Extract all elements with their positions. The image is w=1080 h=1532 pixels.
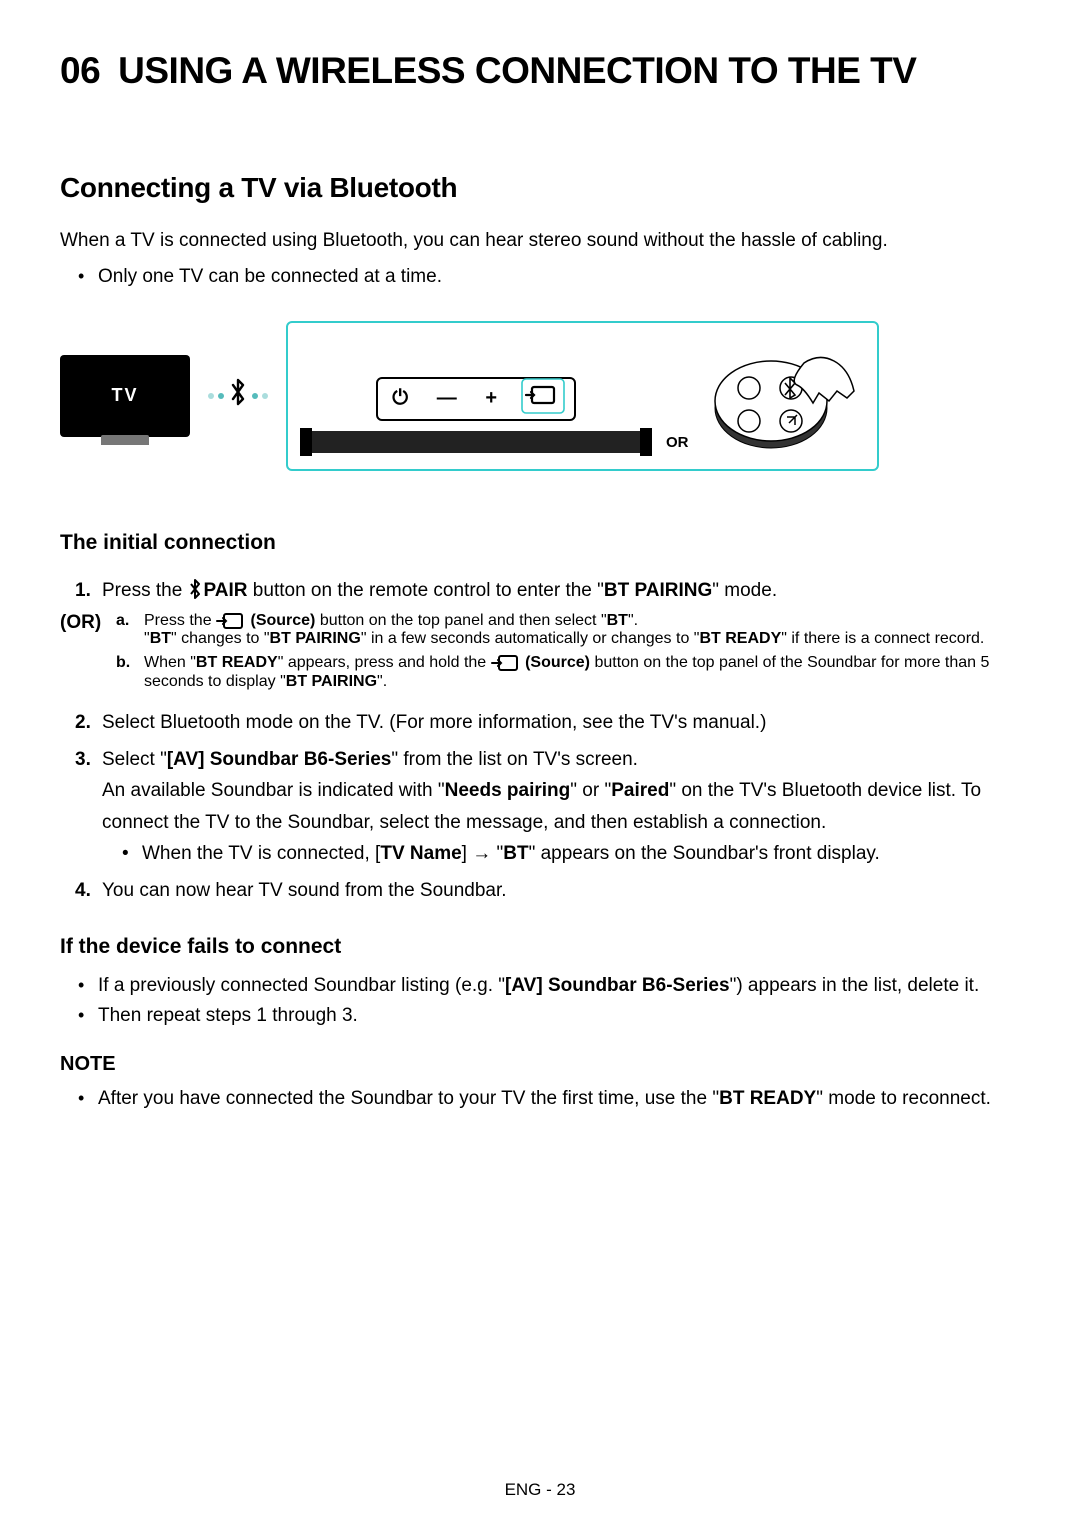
or-label-col: (OR) [60,612,116,634]
step-3: Select "[AV] Soundbar B6-Series" from th… [60,744,1020,869]
suba-l2-post: " if there is a connect record. [781,630,984,647]
device-name-2: [AV] Soundbar B6-Series [505,975,730,996]
source-icon [216,612,246,630]
intro-paragraph: When a TV is connected using Bluetooth, … [60,226,1020,256]
tv-icon: TV [60,355,190,437]
s3-mid: " from the list on TV's screen. [391,749,638,770]
note-bullet-item: After you have connected the Soundbar to… [98,1084,1020,1114]
subb-mid: " appears, press and hold the [278,655,491,672]
tv-label: TV [111,385,138,406]
bt-pairing-label-2: BT PAIRING [270,630,361,647]
chapter-title: 06 USING A WIRELESS CONNECTION TO THE TV [60,50,1020,92]
step1-text-pre: Press the [102,580,188,601]
device-name: [AV] Soundbar B6-Series [167,749,392,770]
fail-bullet-2: Then repeat steps 1 through 3. [98,1001,1020,1031]
soundbar-panel-diagram: ⏻ — + [306,377,646,453]
bluetooth-pair-icon [188,576,204,606]
fail-heading: If the device fails to connect [60,935,1020,959]
note-heading: NOTE [60,1053,1020,1076]
source-btn-label: (Source) [250,612,315,629]
steps-list-cont: Select Bluetooth mode on the TV. (For mo… [60,707,1020,907]
source-btn-label-2: (Source) [525,655,590,672]
step3-bullet-item: When the TV is connected, [TV Name] → "B… [122,838,1020,869]
bt-ready-label-3: BT READY [719,1088,816,1109]
note-post: " mode to reconnect. [816,1088,991,1109]
suba-pre: Press the [144,612,216,629]
steps-list: Press the PAIR button on the remote cont… [60,575,1020,606]
intro-bullet-item: Only one TV can be connected at a time. [98,262,1020,292]
suba-l2-mid2: " in a few seconds automatically or chan… [361,630,700,647]
fail-bullet-1: If a previously connected Soundbar listi… [98,971,1020,1001]
step1-text-mid: button on the remote control to enter th… [248,580,604,601]
bt-label: BT [607,612,628,629]
s3b-pre: When the TV is connected, [ [142,843,380,864]
substep-a: a. Press the (Source) button on the top … [116,612,1020,648]
chapter-number: 06 [60,50,100,91]
bt-ready-label-2: BT READY [196,655,278,672]
s3-l2-mid: " or " [570,780,611,801]
bt-pairing-label-3: BT PAIRING [286,673,377,690]
section-title: Connecting a TV via Bluetooth [60,172,1020,204]
bt-label-3: BT [503,843,528,864]
subb-post: ". [377,673,387,690]
note-bullets: After you have connected the Soundbar to… [60,1084,1020,1114]
s3b-mid: ] → " [462,843,504,864]
step1-text-post: " mode. [712,580,777,601]
intro-bullets: Only one TV can be connected at a time. [60,262,1020,292]
step-2: Select Bluetooth mode on the TV. (For mo… [60,707,1020,738]
or-row: (OR) a. Press the (Source) button on the… [60,612,1020,696]
bluetooth-icon [228,378,248,413]
step-4: You can now hear TV sound from the Sound… [60,875,1020,906]
connection-diagram: TV ⏻ — + OR [60,321,1020,471]
note-pre: After you have connected the Soundbar to… [98,1088,719,1109]
s3-l2-pre: An available Soundbar is indicated with … [102,780,445,801]
fb1-pre: If a previously connected Soundbar listi… [98,975,505,996]
minus-icon: — [437,387,457,410]
remote-press-diagram [709,343,859,453]
fb1-post: ") appears in the list, delete it. [730,975,980,996]
step3-sub-bullet: When the TV is connected, [TV Name] → "B… [102,838,1020,869]
page-footer: ENG - 23 [0,1480,1080,1500]
bt-label-2: BT [150,630,171,647]
suba-post: ". [628,612,638,629]
source-icon [526,383,560,415]
or-label: OR [666,434,689,451]
pair-label: PAIR [204,580,248,601]
power-icon: ⏻ [392,387,408,410]
device-diagram-box: ⏻ — + OR [286,321,879,471]
initial-connection-heading: The initial connection [60,531,1020,555]
substep-b: b. When "BT READY" appears, press and ho… [116,654,1020,690]
substeps-list: a. Press the (Source) button on the top … [116,612,1020,696]
s3b-post: " appears on the Soundbar's front displa… [529,843,880,864]
paired-label: Paired [611,780,669,801]
s3-pre: Select " [102,749,167,770]
bt-pairing-label: BT PAIRING [604,580,712,601]
chapter-title-text: USING A WIRELESS CONNECTION TO THE TV [118,50,916,91]
bt-ready-label: BT READY [699,630,781,647]
step-1: Press the PAIR button on the remote cont… [60,575,1020,606]
bluetooth-signal-icon [208,378,268,413]
fail-bullets: If a previously connected Soundbar listi… [60,971,1020,1032]
display-panel-rect: ⏻ — + [376,377,576,421]
suba-mid: button on the top panel and then select … [315,612,606,629]
source-icon [491,654,521,672]
plus-icon: + [485,387,497,410]
needs-pairing-label: Needs pairing [445,780,571,801]
subb-pre: When " [144,655,196,672]
soundbar-bar-icon [306,431,646,453]
tvname-label: TV Name [380,843,461,864]
suba-l2-mid: " changes to " [171,630,270,647]
